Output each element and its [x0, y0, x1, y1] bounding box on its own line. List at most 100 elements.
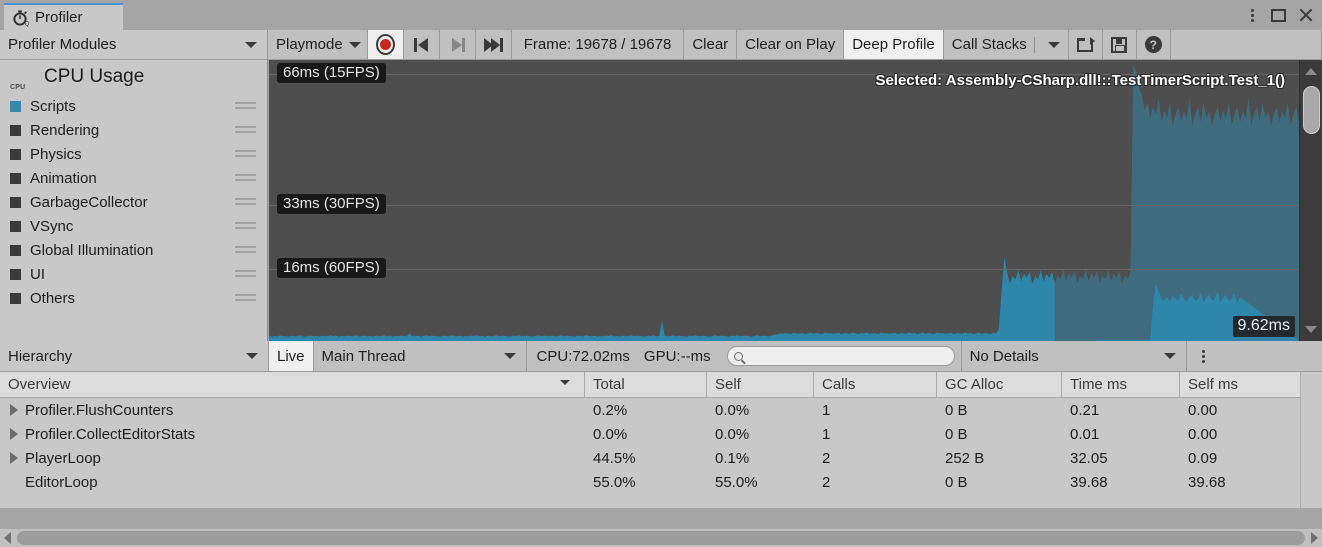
legend-item-garbagecollector[interactable]: GarbageCollector: [0, 190, 267, 214]
gridline-label: 66ms (15FPS): [277, 63, 386, 84]
graph-selection-overlay: [1054, 64, 1299, 341]
drag-handle-icon[interactable]: [235, 102, 256, 112]
frame-label: Frame: 19678 / 19678: [523, 36, 672, 53]
kebab-menu-icon[interactable]: [1245, 7, 1259, 23]
column-header-gc-alloc[interactable]: GC Alloc: [937, 372, 1062, 397]
selected-sample-label: Selected: Assembly-CSharp.dll!::TestTime…: [875, 72, 1285, 89]
legend-swatch-icon: [10, 148, 21, 160]
drag-handle-icon[interactable]: [235, 126, 256, 136]
column-header-calls[interactable]: Calls: [814, 372, 937, 397]
live-toggle-button[interactable]: Live: [269, 341, 314, 371]
row-name-cell[interactable]: Profiler.CollectEditorStats: [0, 426, 585, 443]
separator: [1033, 36, 1035, 53]
column-header-label: Total: [593, 376, 625, 393]
legend-item-animation[interactable]: Animation: [0, 166, 267, 190]
legend-swatch-icon: [10, 244, 21, 256]
next-frame-button[interactable]: [439, 30, 476, 59]
column-header-self[interactable]: Self: [707, 372, 814, 397]
scroll-down-icon[interactable]: [1305, 326, 1317, 333]
row-name-cell[interactable]: PlayerLoop: [0, 450, 585, 467]
cpu-usage-graph[interactable]: 66ms (15FPS) 33ms (30FPS) 16ms (60FPS) Sel…: [269, 60, 1299, 341]
table-row[interactable]: PlayerLoop 44.5% 0.1% 2 252 B 32.05 0.09: [0, 446, 1322, 470]
row-name-cell[interactable]: Profiler.FlushCounters: [0, 402, 585, 419]
table-vertical-scrollbar[interactable]: [1300, 372, 1322, 508]
drag-handle-icon[interactable]: [235, 150, 256, 160]
legend-item-rendering[interactable]: Rendering: [0, 118, 267, 142]
column-header-total[interactable]: Total: [585, 372, 707, 397]
stopwatch-icon: Q: [12, 9, 30, 27]
clear-on-play-button[interactable]: Clear on Play: [737, 30, 845, 59]
chevron-down-icon: [1163, 353, 1176, 359]
cpu-icon: CPU: [10, 84, 26, 91]
module-header[interactable]: CPU CPU Usage: [0, 60, 267, 94]
table-row[interactable]: Profiler.CollectEditorStats 0.0% 0.0% 1 0 B 0…: [0, 422, 1322, 446]
table-row[interactable]: Profiler.FlushCounters 0.2% 0.0% 1 0 B 0.21 0.…: [0, 398, 1322, 422]
cell-calls: 2: [822, 449, 831, 467]
table-header-row: Overview Total Self Calls GC Alloc Time ms Sel…: [0, 372, 1322, 398]
search-input[interactable]: [747, 348, 943, 364]
details-view-dropdown[interactable]: No Details: [960, 341, 1187, 371]
close-icon[interactable]: [1298, 7, 1314, 23]
drag-handle-icon[interactable]: [235, 270, 256, 280]
legend-item-others[interactable]: Others: [0, 286, 267, 310]
graph-plot: [269, 64, 1299, 341]
drag-handle-icon[interactable]: [235, 174, 256, 184]
row-name-cell[interactable]: EditorLoop: [0, 474, 585, 491]
playmode-label: Playmode: [276, 36, 343, 53]
search-box[interactable]: [726, 346, 955, 366]
hierarchy-menu-button[interactable]: [1186, 341, 1221, 371]
cell-calls: 2: [822, 473, 831, 491]
maximize-icon[interactable]: [1271, 8, 1286, 22]
legend-item-global-illumination[interactable]: Global Illumination: [0, 238, 267, 262]
record-button[interactable]: [367, 30, 404, 59]
legend-item-vsync[interactable]: VSync: [0, 214, 267, 238]
playmode-dropdown[interactable]: Playmode: [268, 30, 368, 59]
scrollbar-thumb[interactable]: [17, 531, 1305, 545]
expand-arrow-icon[interactable]: [10, 452, 18, 464]
drag-handle-icon[interactable]: [235, 222, 256, 232]
scroll-left-icon[interactable]: [0, 532, 15, 544]
last-frame-button[interactable]: [475, 30, 512, 59]
cell-time-ms: 32.05: [1070, 449, 1108, 467]
scroll-right-icon[interactable]: [1307, 532, 1322, 544]
column-header-time-ms[interactable]: Time ms: [1062, 372, 1180, 397]
expand-arrow-icon[interactable]: [10, 428, 18, 440]
kebab-menu-icon: [1197, 348, 1211, 364]
drag-handle-icon[interactable]: [235, 246, 256, 256]
call-stacks-label: Call Stacks: [951, 36, 1027, 53]
legend-item-ui[interactable]: UI: [0, 262, 267, 286]
window-controls: [1245, 0, 1314, 30]
tab-label: Profiler: [35, 9, 83, 26]
column-header-overview[interactable]: Overview: [0, 372, 585, 397]
tab-profiler[interactable]: Q Profiler: [4, 3, 123, 30]
hierarchy-view-dropdown[interactable]: Hierarchy: [0, 341, 269, 371]
legend-item-label: GarbageCollector: [30, 193, 148, 211]
frame-stats: CPU:72.02ms GPU:--ms: [526, 341, 721, 371]
clear-button[interactable]: Clear: [684, 30, 738, 59]
load-profile-button[interactable]: [1068, 30, 1103, 59]
table-row[interactable]: EditorLoop 55.0% 55.0% 2 0 B 39.68 39.68: [0, 470, 1322, 494]
profiler-modules-dropdown[interactable]: Profiler Modules: [0, 30, 268, 59]
help-icon: ?: [1144, 36, 1162, 53]
call-stacks-button[interactable]: Call Stacks: [943, 30, 1069, 59]
scroll-up-icon[interactable]: [1305, 68, 1317, 75]
chevron-down-icon: [246, 353, 258, 359]
deep-profile-button[interactable]: Deep Profile: [844, 30, 944, 59]
legend-item-physics[interactable]: Physics: [0, 142, 267, 166]
drag-handle-icon[interactable]: [235, 294, 256, 304]
thread-selector-dropdown[interactable]: Main Thread: [313, 341, 527, 371]
scrollbar-thumb[interactable]: [1303, 86, 1320, 134]
open-folder-icon: [1076, 37, 1095, 52]
jump-to-last-frame-icon: [483, 37, 503, 52]
cell-calls: 1: [822, 401, 831, 419]
help-button[interactable]: ?: [1136, 30, 1171, 59]
first-frame-button[interactable]: [403, 30, 440, 59]
save-profile-button[interactable]: [1102, 30, 1137, 59]
expand-arrow-icon[interactable]: [10, 404, 18, 416]
legend-item-scripts[interactable]: Scripts: [0, 94, 267, 118]
graph-vertical-scrollbar[interactable]: [1299, 60, 1322, 341]
horizontal-scrollbar[interactable]: [0, 528, 1322, 547]
cell-self-ms: 39.68: [1188, 473, 1226, 491]
thread-label: Main Thread: [321, 347, 406, 365]
drag-handle-icon[interactable]: [235, 198, 256, 208]
